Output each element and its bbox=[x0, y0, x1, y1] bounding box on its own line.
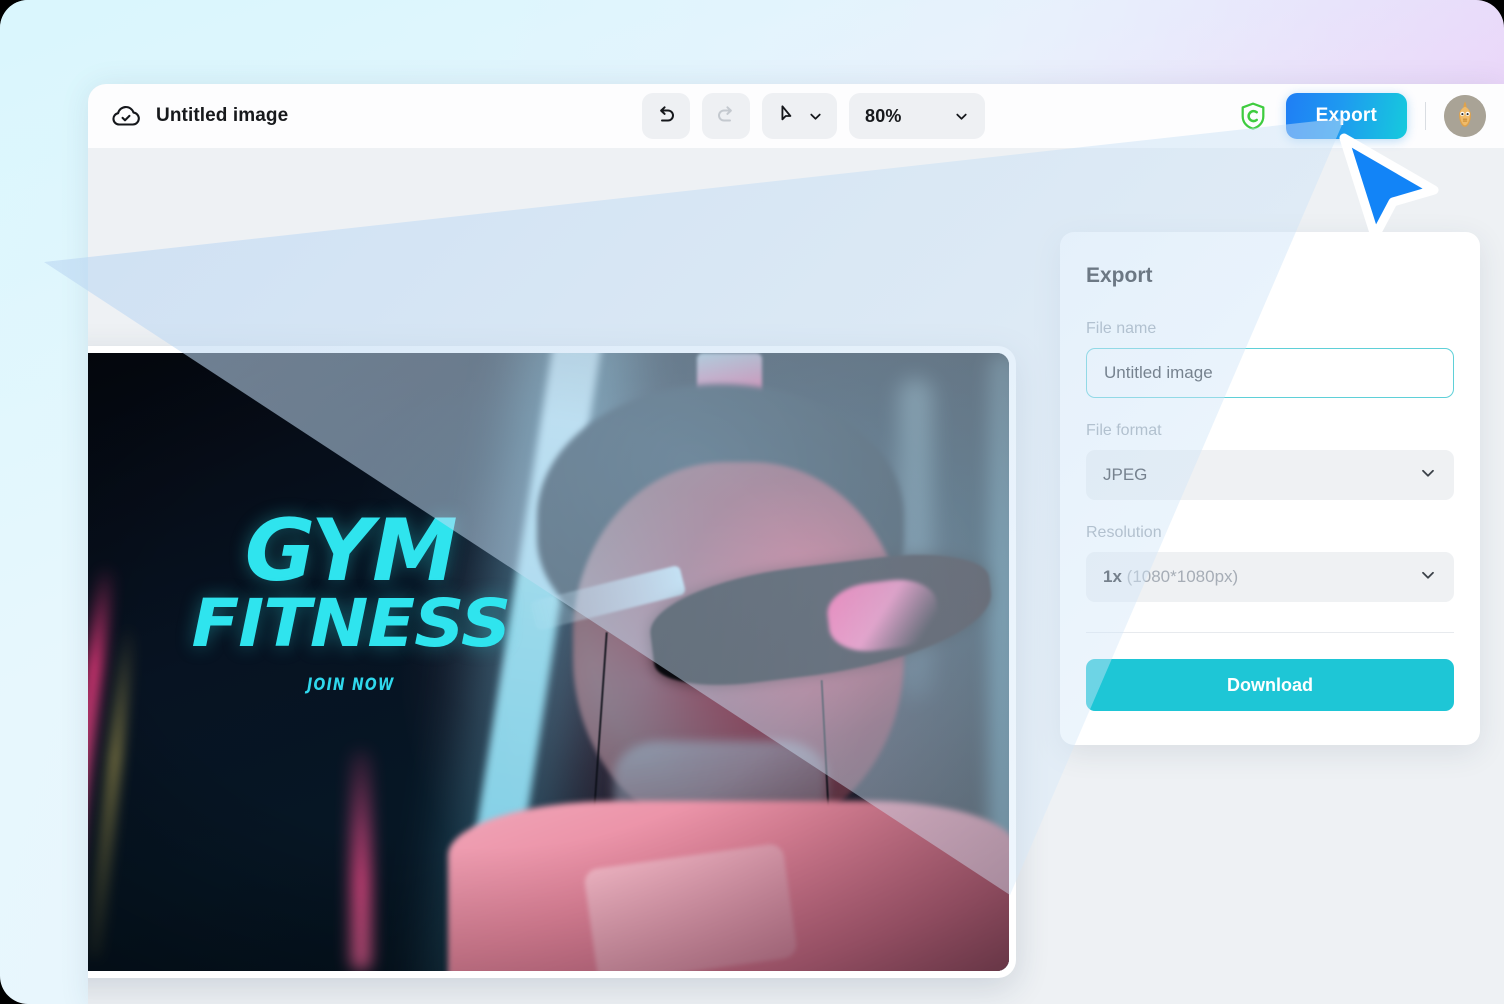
file-name-input[interactable] bbox=[1086, 348, 1454, 398]
resolution-value: 1x (1080*1080px) bbox=[1103, 567, 1238, 587]
select-tool-dropdown[interactable] bbox=[762, 93, 837, 139]
redo-arrow-icon bbox=[714, 103, 738, 130]
user-avatar[interactable] bbox=[1444, 95, 1486, 137]
editor-window: Untitled image 80% Export GYM FITNESS JO… bbox=[88, 84, 1504, 1004]
zoom-level-value: 80% bbox=[865, 105, 902, 126]
resolution-scale: 1x bbox=[1103, 567, 1122, 586]
file-format-value: JPEG bbox=[1103, 465, 1148, 484]
canvas-workspace: GYM FITNESS JOIN NOW Export File name Fi… bbox=[88, 148, 1504, 1004]
zoom-level-dropdown[interactable]: 80% bbox=[849, 93, 985, 139]
export-panel-title: Export bbox=[1086, 264, 1153, 287]
chevron-down-icon bbox=[1419, 566, 1437, 589]
chevron-down-icon bbox=[954, 109, 969, 124]
canvas-card[interactable]: GYM FITNESS JOIN NOW bbox=[88, 346, 1016, 978]
file-format-label: File format bbox=[1086, 422, 1162, 439]
resolution-select[interactable]: 1x (1080*1080px) bbox=[1086, 552, 1454, 602]
shield-c-logo-icon[interactable] bbox=[1238, 101, 1268, 131]
download-button[interactable]: Download bbox=[1086, 659, 1454, 711]
panel-divider bbox=[1086, 632, 1454, 633]
file-name-field-group: File name bbox=[1086, 320, 1454, 398]
chevron-down-icon bbox=[808, 109, 823, 124]
cursor-arrow-icon bbox=[776, 103, 798, 130]
document-title[interactable]: Untitled image bbox=[156, 105, 288, 127]
model-photo-subject bbox=[437, 353, 1009, 971]
export-panel: Export File name File format JPEG bbox=[1060, 232, 1480, 745]
redo-button[interactable] bbox=[702, 93, 750, 139]
file-name-label: File name bbox=[1086, 320, 1157, 337]
chevron-down-icon bbox=[1419, 464, 1437, 487]
toolbar-actions: Export bbox=[1238, 93, 1504, 139]
resolution-field-group: Resolution 1x (1080*1080px) bbox=[1086, 524, 1454, 602]
neon-light-pink-mid bbox=[350, 748, 371, 971]
undo-arrow-icon bbox=[654, 103, 678, 130]
app-root: Untitled image 80% Export GYM FITNESS JO… bbox=[0, 0, 1504, 1004]
export-button[interactable]: Export bbox=[1285, 93, 1407, 139]
cloud-check-icon bbox=[110, 100, 142, 132]
resolution-dimensions: (1080*1080px) bbox=[1126, 567, 1239, 586]
undo-button[interactable] bbox=[642, 93, 690, 139]
document-identity: Untitled image bbox=[88, 100, 440, 132]
resolution-label: Resolution bbox=[1086, 524, 1162, 541]
poster-artwork: GYM FITNESS JOIN NOW bbox=[88, 353, 1009, 971]
file-format-field-group: File format JPEG bbox=[1086, 422, 1454, 500]
top-toolbar: Untitled image 80% Export bbox=[88, 84, 1504, 148]
toolbar-tools: 80% bbox=[642, 93, 985, 139]
file-format-select[interactable]: JPEG bbox=[1086, 450, 1454, 500]
toolbar-divider bbox=[1425, 102, 1426, 130]
